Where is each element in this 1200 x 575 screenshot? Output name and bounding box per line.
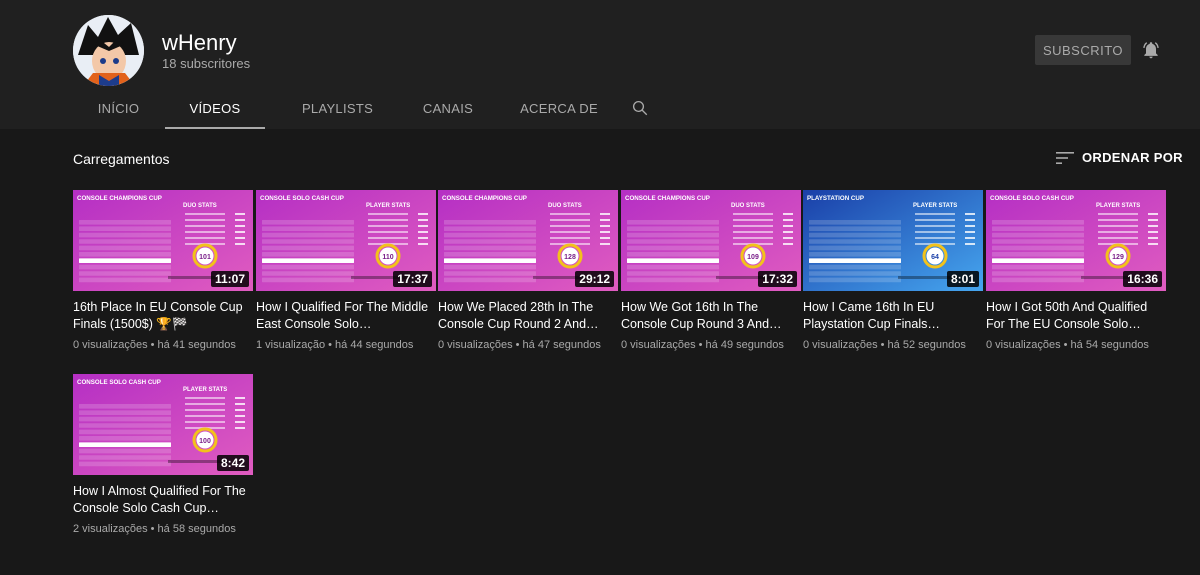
thumb-heading: CONSOLE CHAMPIONS CUP bbox=[442, 195, 527, 202]
video-card[interactable]: CONSOLE CHAMPIONS CUP DUO STATS 128 29:1… bbox=[438, 190, 618, 351]
video-meta: 0 visualizações • há 41 segundos bbox=[73, 339, 236, 351]
thumb-score: 101 bbox=[199, 254, 211, 261]
video-card[interactable]: CONSOLE SOLO CASH CUP PLAYER STATS 100 8… bbox=[73, 374, 253, 535]
thumb-heading: CONSOLE SOLO CASH CUP bbox=[77, 379, 161, 386]
video-card[interactable]: PLAYSTATION CUP PLAYER STATS 64 8:01 How… bbox=[803, 190, 983, 351]
video-duration: 16:36 bbox=[1123, 271, 1162, 287]
tab-canais[interactable]: CANAIS bbox=[400, 92, 496, 129]
video-title[interactable]: How We Got 16th In The Console Cup Round… bbox=[621, 299, 801, 333]
thumb-score: 64 bbox=[931, 254, 939, 261]
thumb-stats-label: DUO STATS bbox=[731, 203, 765, 209]
sort-button[interactable]: ORDENAR POR bbox=[1056, 150, 1183, 165]
thumb-stats-label: PLAYER STATS bbox=[1096, 203, 1140, 209]
tab-acerca-de[interactable]: ACERCA DE bbox=[499, 92, 619, 129]
video-duration: 8:42 bbox=[216, 455, 249, 471]
channel-name: wHenry bbox=[162, 30, 237, 55]
thumb-heading: CONSOLE CHAMPIONS CUP bbox=[625, 195, 710, 202]
video-duration: 17:32 bbox=[758, 271, 797, 287]
video-duration: 11:07 bbox=[210, 271, 249, 287]
video-meta: 1 visualização • há 44 segundos bbox=[256, 339, 414, 351]
thumb-score: 109 bbox=[747, 254, 759, 261]
video-thumbnail[interactable]: CONSOLE SOLO CASH CUP PLAYER STATS 129 1… bbox=[986, 190, 1166, 291]
video-thumbnail[interactable]: CONSOLE SOLO CASH CUP PLAYER STATS 100 8… bbox=[73, 374, 253, 475]
video-thumbnail[interactable]: PLAYSTATION CUP PLAYER STATS 64 8:01 bbox=[803, 190, 983, 291]
thumb-stats-label: DUO STATS bbox=[183, 203, 217, 209]
thumb-score: 100 bbox=[199, 438, 211, 445]
thumb-heading: CONSOLE SOLO CASH CUP bbox=[990, 195, 1074, 202]
video-meta: 2 visualizações • há 58 segundos bbox=[73, 523, 236, 535]
video-duration: 8:01 bbox=[946, 271, 979, 287]
thumb-score: 110 bbox=[382, 254, 393, 261]
channel-tabs: INÍCIO VÍDEOS PLAYLISTS CANAIS ACERCA DE bbox=[72, 92, 619, 129]
tab-videos[interactable]: VÍDEOS bbox=[165, 92, 265, 129]
search-icon[interactable] bbox=[631, 99, 649, 117]
video-meta: 0 visualizações • há 54 segundos bbox=[986, 339, 1149, 351]
video-title[interactable]: How I Came 16th In EU Playstation Cup Fi… bbox=[803, 299, 983, 333]
avatar-image bbox=[73, 15, 144, 86]
channel-header: wHenry 18 subscritores SUBSCRITO INÍCIO … bbox=[0, 0, 1200, 129]
video-card[interactable]: CONSOLE SOLO CASH CUP PLAYER STATS 110 1… bbox=[256, 190, 436, 351]
bell-icon[interactable] bbox=[1141, 40, 1161, 60]
video-title[interactable]: How I Qualified For The Middle East Cons… bbox=[256, 299, 436, 333]
video-meta: 0 visualizações • há 49 segundos bbox=[621, 339, 784, 351]
video-meta: 0 visualizações • há 52 segundos bbox=[803, 339, 966, 351]
thumb-stats-label: DUO STATS bbox=[548, 203, 582, 209]
sort-icon bbox=[1056, 151, 1074, 164]
thumb-score: 129 bbox=[1112, 254, 1124, 261]
video-title[interactable]: How I Got 50th And Qualified For The EU … bbox=[986, 299, 1166, 333]
video-thumbnail[interactable]: CONSOLE CHAMPIONS CUP DUO STATS 128 29:1… bbox=[438, 190, 618, 291]
video-duration: 17:37 bbox=[393, 271, 432, 287]
tab-inicio[interactable]: INÍCIO bbox=[72, 92, 165, 129]
video-duration: 29:12 bbox=[575, 271, 614, 287]
video-card[interactable]: CONSOLE CHAMPIONS CUP DUO STATS 101 11:0… bbox=[73, 190, 253, 351]
sort-label: ORDENAR POR bbox=[1082, 150, 1183, 165]
video-title[interactable]: How We Placed 28th In The Console Cup Ro… bbox=[438, 299, 618, 333]
thumb-score: 128 bbox=[564, 254, 576, 261]
avatar[interactable] bbox=[73, 15, 144, 86]
thumb-stats-label: PLAYER STATS bbox=[366, 203, 410, 209]
thumb-stats-label: PLAYER STATS bbox=[913, 203, 957, 209]
video-thumbnail[interactable]: CONSOLE CHAMPIONS CUP DUO STATS 109 17:3… bbox=[621, 190, 801, 291]
video-title[interactable]: 16th Place In EU Console Cup Finals (150… bbox=[73, 299, 253, 333]
video-thumbnail[interactable]: CONSOLE SOLO CASH CUP PLAYER STATS 110 1… bbox=[256, 190, 436, 291]
subscriber-count: 18 subscritores bbox=[162, 56, 251, 71]
thumb-stats-label: PLAYER STATS bbox=[183, 387, 227, 393]
video-card[interactable]: CONSOLE SOLO CASH CUP PLAYER STATS 129 1… bbox=[986, 190, 1166, 351]
section-title: Carregamentos bbox=[73, 151, 170, 167]
subscribe-button[interactable]: SUBSCRITO bbox=[1035, 35, 1131, 65]
tab-playlists[interactable]: PLAYLISTS bbox=[278, 92, 397, 129]
video-thumbnail[interactable]: CONSOLE CHAMPIONS CUP DUO STATS 101 11:0… bbox=[73, 190, 253, 291]
thumb-heading: CONSOLE CHAMPIONS CUP bbox=[77, 195, 162, 202]
thumb-heading: CONSOLE SOLO CASH CUP bbox=[260, 195, 344, 202]
video-card[interactable]: CONSOLE CHAMPIONS CUP DUO STATS 109 17:3… bbox=[621, 190, 801, 351]
video-meta: 0 visualizações • há 47 segundos bbox=[438, 339, 601, 351]
thumb-heading: PLAYSTATION CUP bbox=[807, 195, 864, 202]
video-title[interactable]: How I Almost Qualified For The Console S… bbox=[73, 483, 253, 517]
